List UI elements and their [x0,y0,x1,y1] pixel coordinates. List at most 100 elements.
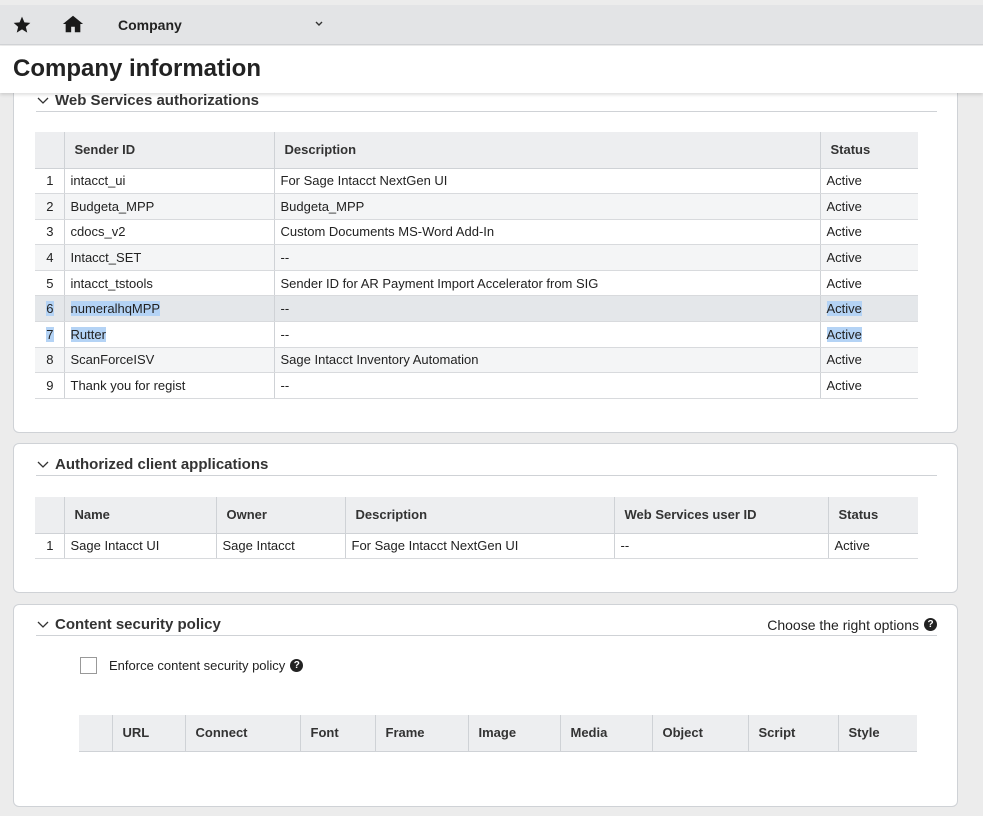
column-header[interactable]: Connect [184,715,300,752]
sender-id-text: Rutter [70,326,106,342]
column-header [35,132,64,169]
status-cell: Active [819,193,918,220]
enforce-csp-label: Enforce content security policy [109,658,286,673]
ws-user-cell: -- [613,533,828,560]
section-title: Web Services authorizations [55,92,259,109]
chevron-down-icon[interactable] [313,19,325,29]
description-cell: -- [273,321,820,348]
column-header[interactable]: Style [837,715,917,752]
home-icon[interactable] [62,13,84,35]
sender-id-cell[interactable]: Rutter [63,321,274,348]
column-header[interactable]: Description [344,497,614,534]
row-number: 1 [35,168,64,195]
chevron-down-icon[interactable] [36,460,50,470]
column-header[interactable]: Frame [374,715,468,752]
column-header[interactable]: Web Services user ID [613,497,828,534]
description-cell: Budgeta_MPP [273,193,820,220]
enforce-csp-checkbox[interactable] [80,657,97,674]
description-cell: -- [273,295,820,323]
row-number: 6 [35,295,64,323]
row-number-text: 7 [46,326,54,342]
status-cell: Active [819,270,918,297]
page-title: Company information [13,55,262,82]
status-cell: Active [819,219,918,246]
name-cell[interactable]: Sage Intacct UI [63,533,216,560]
status-cell: Active [819,295,918,323]
chevron-down-icon[interactable] [36,620,50,630]
column-header [79,715,112,752]
row-number: 4 [35,244,64,271]
client-apps-table: Name Owner Description Web Services user… [35,497,918,560]
column-header[interactable]: Description [273,132,820,169]
row-number: 8 [35,347,64,374]
column-header[interactable]: Font [299,715,375,752]
sender-id-cell[interactable]: Thank you for regist [63,372,274,399]
web-services-panel: Web Services authorizations Sender ID De… [13,70,958,433]
column-header[interactable]: Image [467,715,560,752]
description-cell: For Sage Intacct NextGen UI [344,533,614,560]
sender-id-cell[interactable]: cdocs_v2 [63,219,274,246]
row-number: 7 [35,321,64,348]
column-header[interactable]: Media [559,715,652,752]
sender-id-text: numeralhqMPP [70,301,161,317]
star-icon[interactable] [12,15,32,35]
section-title: Content security policy [55,616,221,633]
table-row[interactable]: 1 Sage Intacct UI Sage Intacct For Sage … [35,533,918,560]
table-header-row: Name Owner Description Web Services user… [35,497,918,534]
table-row[interactable]: 2 Budgeta_MPP Budgeta_MPP Active [35,193,918,220]
description-cell: Sage Intacct Inventory Automation [273,347,820,374]
table-row[interactable]: 4 Intacct_SET -- Active [35,244,918,271]
table-header-row: URL Connect Font Frame Image Media Objec… [79,715,917,752]
table-row-selected[interactable]: 7 Rutter -- Active [35,321,918,348]
csp-panel: Content security policy Choose the right… [13,604,958,807]
sender-id-cell[interactable]: Budgeta_MPP [63,193,274,220]
description-cell: -- [273,244,820,271]
status-cell: Active [819,168,918,195]
column-header[interactable]: Name [63,497,216,534]
column-header[interactable]: URL [111,715,185,752]
help-icon[interactable]: ? [924,618,937,631]
status-cell: Active [827,533,918,560]
column-header[interactable]: Script [747,715,838,752]
row-number-text: 6 [46,301,54,317]
table-row-selected[interactable]: 6 numeralhqMPP -- Active [35,295,918,323]
chevron-down-icon[interactable] [36,96,50,106]
client-apps-panel: Authorized client applications Name Owne… [13,443,958,593]
client-apps-section-header[interactable]: Authorized client applications [36,454,937,476]
sender-id-cell[interactable]: Intacct_SET [63,244,274,271]
web-services-section-header[interactable]: Web Services authorizations [36,90,937,112]
table-row[interactable]: 9 Thank you for regist -- Active [35,372,918,399]
section-title: Authorized client applications [55,456,269,473]
column-header[interactable]: Object [651,715,748,752]
description-cell: -- [273,372,820,399]
description-cell: Custom Documents MS-Word Add-In [273,219,820,246]
sender-id-cell[interactable]: intacct_ui [63,168,274,195]
row-number: 5 [35,270,64,297]
company-menu-label[interactable]: Company [118,17,182,33]
column-header[interactable]: Owner [215,497,345,534]
status-text: Active [826,301,862,317]
description-cell: For Sage Intacct NextGen UI [273,168,820,195]
csp-section-header[interactable]: Content security policy Choose the right… [36,614,937,636]
sender-id-cell[interactable]: numeralhqMPP [63,295,274,323]
sender-id-cell[interactable]: ScanForceISV [63,347,274,374]
csp-table: URL Connect Font Frame Image Media Objec… [79,715,917,752]
status-cell: Active [819,244,918,271]
enforce-csp-label-group: Enforce content security policy ? [109,658,304,673]
table-row[interactable]: 3 cdocs_v2 Custom Documents MS-Word Add-… [35,219,918,246]
table-row[interactable]: 1 intacct_ui For Sage Intacct NextGen UI… [35,168,918,195]
sender-id-cell[interactable]: intacct_tstools [63,270,274,297]
help-icon[interactable]: ? [290,659,304,672]
status-text: Active [826,326,862,342]
column-header[interactable]: Status [819,132,918,169]
page-header: Company information [0,46,983,93]
column-header [35,497,64,534]
table-row[interactable]: 5 intacct_tstools Sender ID for AR Payme… [35,270,918,297]
table-row[interactable]: 8 ScanForceISV Sage Intacct Inventory Au… [35,347,918,374]
column-header[interactable]: Sender ID [63,132,274,169]
column-header[interactable]: Status [827,497,918,534]
table-header-row: Sender ID Description Status [35,132,918,169]
choose-options-link[interactable]: Choose the right options ? [767,617,937,633]
owner-cell: Sage Intacct [215,533,345,560]
status-cell: Active [819,372,918,399]
